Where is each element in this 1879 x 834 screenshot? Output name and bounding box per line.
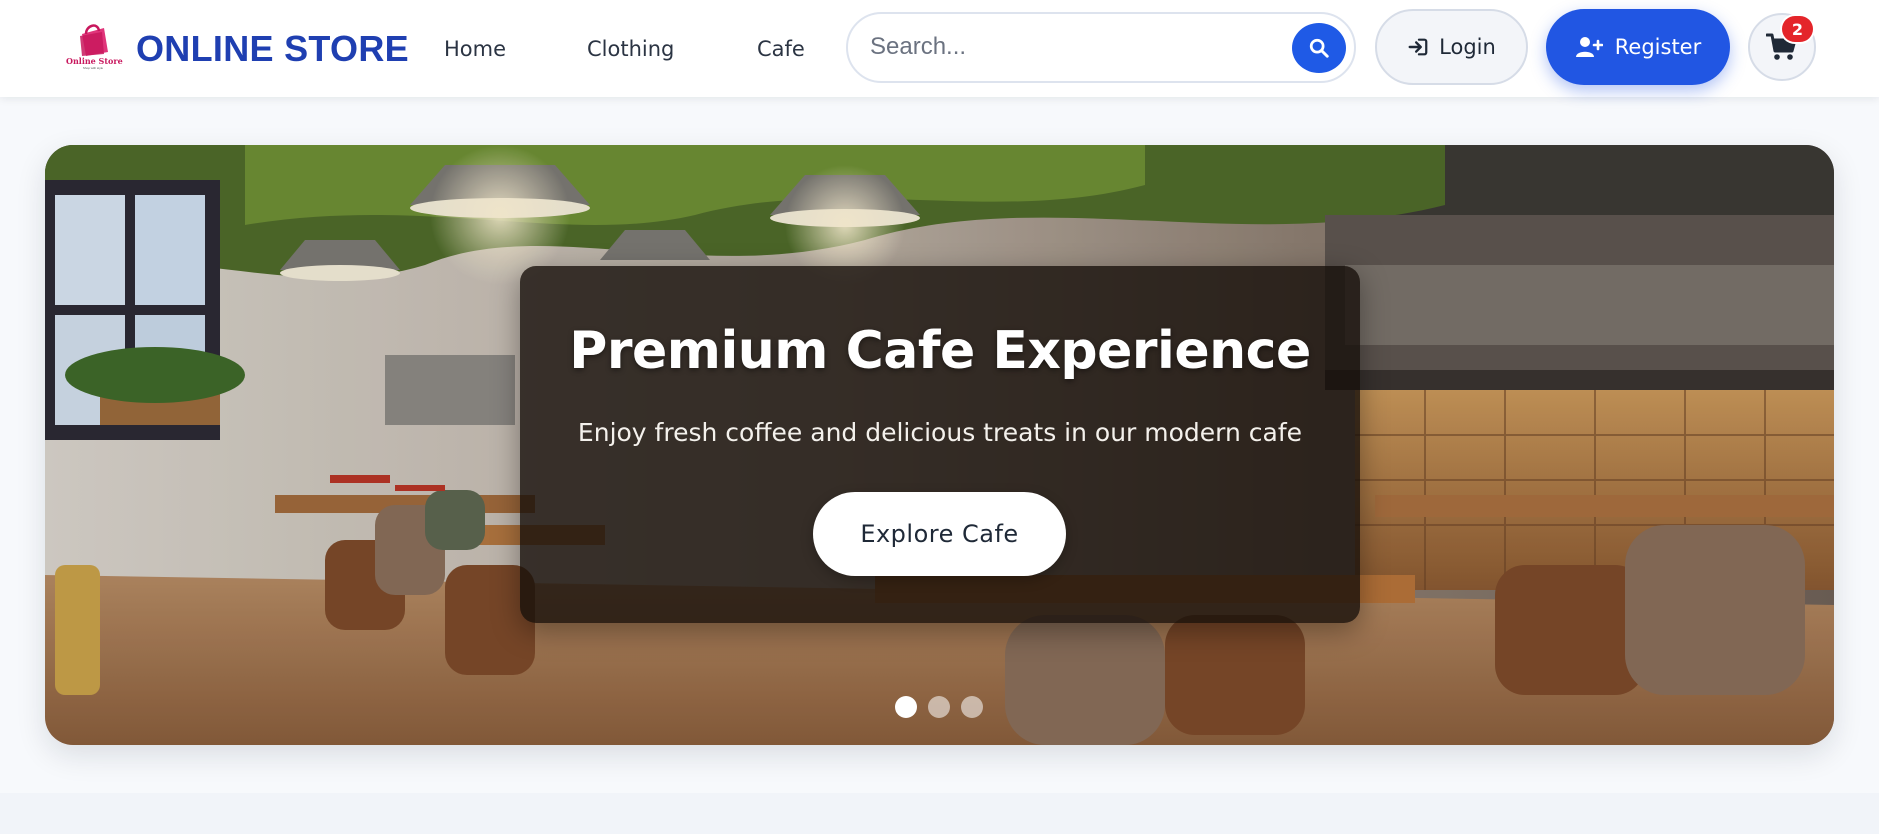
cart-count-badge: 2: [1782, 16, 1813, 42]
register-label: Register: [1614, 35, 1702, 59]
hero-caption-card: Premium Cafe Experience Enjoy fresh coff…: [520, 266, 1360, 623]
carousel-dot-3[interactable]: [961, 696, 983, 718]
sign-in-icon: [1408, 38, 1428, 56]
nav-clothing[interactable]: Clothing: [587, 37, 674, 61]
search-bar: [846, 12, 1356, 83]
next-section-edge: [0, 793, 1879, 834]
carousel-dot-2[interactable]: [928, 696, 950, 718]
hero-subtitle: Enjoy fresh coffee and delicious treats …: [577, 418, 1303, 447]
nav-cafe[interactable]: Cafe: [757, 37, 805, 61]
logo-tagline: Shop with style: [82, 66, 104, 70]
brand-name[interactable]: ONLINE STORE: [136, 28, 409, 70]
hero-title: Premium Cafe Experience: [569, 321, 1311, 381]
carousel-indicators: [895, 696, 983, 718]
hero-carousel: Premium Cafe Experience Enjoy fresh coff…: [45, 145, 1834, 745]
search-input[interactable]: [870, 28, 1270, 66]
login-label: Login: [1439, 35, 1496, 59]
register-button[interactable]: Register: [1546, 9, 1730, 85]
logo[interactable]: Online Store Shop with style: [66, 20, 123, 72]
search-button[interactable]: [1292, 23, 1346, 73]
search-icon: [1309, 38, 1329, 58]
logo-text: Online Store: [66, 56, 123, 66]
nav-home[interactable]: Home: [444, 37, 506, 61]
carousel-dot-1[interactable]: [895, 696, 917, 718]
login-button[interactable]: Login: [1375, 9, 1528, 85]
user-plus-icon: [1575, 37, 1603, 57]
site-header: Online Store Shop with style ONLINE STOR…: [0, 0, 1879, 97]
explore-cafe-button[interactable]: Explore Cafe: [813, 492, 1066, 576]
